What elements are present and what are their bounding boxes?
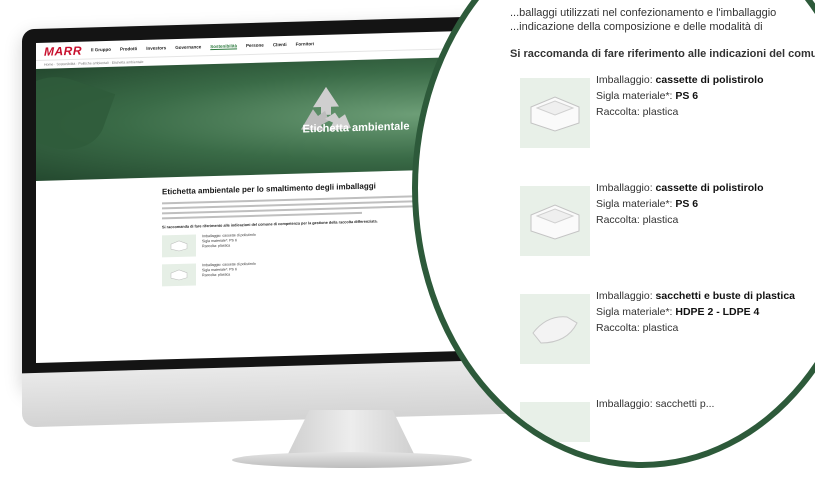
styrofoam-box-thumbnail bbox=[162, 263, 196, 287]
item-collection: Raccolta: plastica bbox=[202, 272, 231, 278]
recycle-icon bbox=[301, 86, 351, 131]
leaf-decoration bbox=[36, 65, 116, 161]
nav-item-persone[interactable]: Persone bbox=[246, 43, 264, 48]
nav-item-fornitori[interactable]: Fornitori bbox=[296, 41, 315, 47]
label-packaging: Imballaggio: bbox=[596, 182, 656, 194]
item-collection: Raccolta: plastica bbox=[596, 322, 679, 334]
item-details: Imballaggio: cassette di polistirolo Sig… bbox=[202, 233, 256, 250]
item-details: Imballaggio: sacchetti e buste di plasti… bbox=[596, 288, 795, 336]
nav-item-prodotti[interactable]: Prodotti bbox=[120, 46, 137, 51]
item-collection: Raccolta: plastica bbox=[596, 214, 679, 226]
item-packaging: cassette di polistirolo bbox=[655, 74, 764, 86]
nav-item-sostenibilita[interactable]: Sostenibilità bbox=[210, 43, 237, 49]
item-details: Imballaggio: cassette di polistirolo Sig… bbox=[596, 180, 764, 228]
magnified-text-line: ...ballaggi utilizzati nel confezionamen… bbox=[510, 7, 777, 19]
nav-item-clienti[interactable]: Clienti bbox=[273, 42, 287, 47]
styrofoam-box-image bbox=[520, 186, 590, 256]
item-material: PS 6 bbox=[675, 90, 699, 102]
magnified-content: ...ballaggi utilizzati nel confezionamen… bbox=[510, 6, 815, 442]
item-packaging: cassette di polistirolo bbox=[655, 182, 764, 194]
list-item: Imballaggio: cassette di polistirolo Sig… bbox=[510, 72, 815, 168]
imac-mockup: MARR Il Gruppo Prodotti Investors Govern… bbox=[0, 0, 815, 482]
list-item: Imballaggio: cassette di polistirolo Sig… bbox=[510, 180, 815, 276]
list-item: Imballaggio: sacchetti e buste di plasti… bbox=[510, 288, 815, 384]
item-collection: Raccolta: plastica bbox=[202, 243, 231, 249]
item-packaging: sacchetti e buste di plastica bbox=[655, 290, 796, 302]
nav-item-investors[interactable]: Investors bbox=[146, 45, 166, 51]
label-material: Sigla materiale*: bbox=[596, 90, 676, 102]
item-material: PS 6 bbox=[675, 198, 699, 210]
item-image bbox=[520, 402, 590, 442]
item-details: Imballaggio: cassette di polistirolo Sig… bbox=[202, 262, 256, 279]
label-packaging: Imballaggio: bbox=[596, 290, 656, 302]
item-partial-text: Imballaggio: sacchetti p... bbox=[596, 398, 715, 410]
list-item-partial: Imballaggio: sacchetti p... bbox=[510, 396, 815, 442]
marr-logo[interactable]: MARR bbox=[44, 43, 82, 58]
label-material: Sigla materiale*: bbox=[596, 306, 676, 318]
styrofoam-box-image bbox=[520, 78, 590, 148]
imac-stand-foot bbox=[232, 452, 472, 468]
nav-item-gruppo[interactable]: Il Gruppo bbox=[91, 47, 111, 53]
styrofoam-box-thumbnail bbox=[162, 234, 196, 258]
magnified-recommendation: Si raccomanda di fare riferimento alle i… bbox=[510, 48, 815, 60]
label-packaging: Imballaggio: bbox=[596, 74, 656, 86]
magnified-text-line: ...indicazione della composizione e dell… bbox=[510, 21, 763, 33]
item-details: Imballaggio: cassette di polistirolo Sig… bbox=[596, 72, 764, 120]
item-material: HDPE 2 - LDPE 4 bbox=[675, 306, 760, 318]
label-material: Sigla materiale*: bbox=[596, 198, 676, 210]
nav-item-governance[interactable]: Governance bbox=[175, 44, 201, 50]
plastic-bag-image bbox=[520, 294, 590, 364]
item-collection: Raccolta: plastica bbox=[596, 106, 679, 118]
